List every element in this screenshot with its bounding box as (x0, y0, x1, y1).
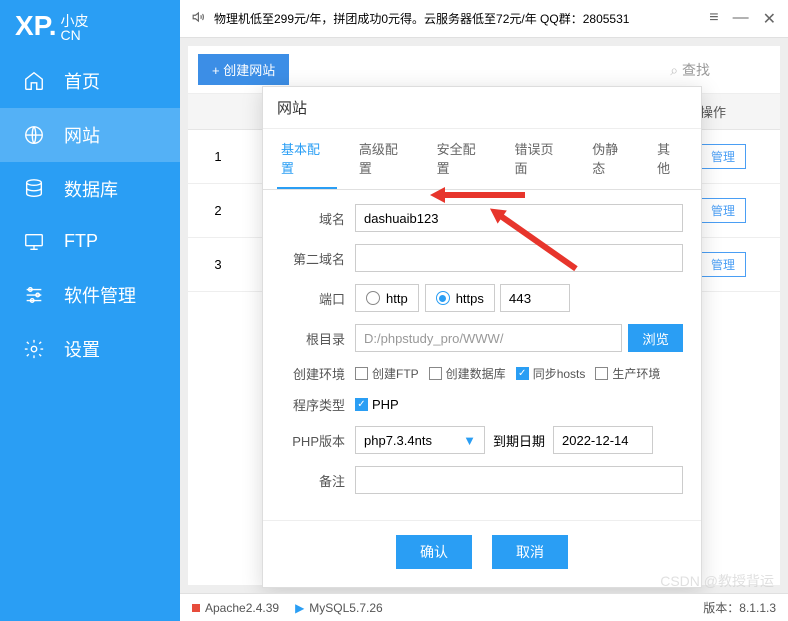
row-index: 1 (188, 149, 248, 164)
sidebar-item-website[interactable]: 网站 (0, 108, 180, 162)
label-env: 创建环境 (281, 364, 345, 383)
checkbox-icon: ✓ (516, 367, 529, 380)
label-phpver: PHP版本 (281, 431, 345, 450)
label-domain: 域名 (281, 209, 345, 228)
logo: XP.小皮CN (0, 0, 180, 54)
root-input[interactable] (355, 324, 622, 352)
check-hosts[interactable]: ✓同步hosts (516, 365, 586, 382)
sidebar-item-label: 网站 (64, 122, 100, 148)
status-apache: Apache2.4.39 (205, 601, 279, 615)
sidebar-item-label: 数据库 (64, 176, 118, 202)
expire-input[interactable] (553, 426, 653, 454)
tab-security[interactable]: 安全配置 (433, 129, 493, 189)
home-icon (22, 69, 46, 93)
search-label: 查找 (682, 62, 710, 78)
row-index: 3 (188, 257, 248, 272)
label-domain2: 第二域名 (281, 249, 345, 268)
confirm-button[interactable]: 确认 (396, 535, 472, 569)
speaker-icon (192, 10, 206, 27)
manage-button[interactable]: 管理 (700, 198, 746, 223)
minimize-icon[interactable]: — (733, 9, 749, 29)
logo-sub: 小皮CN (61, 14, 89, 42)
sidebar-item-ftp[interactable]: FTP (0, 216, 180, 268)
sliders-icon (22, 283, 46, 307)
tab-other[interactable]: 其他 (653, 129, 687, 189)
modal-title: 网站 (263, 87, 701, 129)
tab-rewrite[interactable]: 伪静态 (588, 129, 635, 189)
check-ftp[interactable]: 创建FTP (355, 365, 419, 382)
modal-footer: 确认 取消 (263, 520, 701, 587)
radio-icon (436, 291, 450, 305)
tab-basic[interactable]: 基本配置 (277, 129, 337, 189)
sidebar-item-label: FTP (64, 231, 98, 252)
check-php[interactable]: ✓PHP (355, 397, 399, 412)
sidebar-item-label: 软件管理 (64, 282, 136, 308)
sidebar: XP.小皮CN 首页 网站 数据库 FTP 软件管理 设置 (0, 0, 180, 621)
sidebar-item-label: 首页 (64, 68, 100, 94)
manage-button[interactable]: 管理 (700, 252, 746, 277)
manage-button[interactable]: 管理 (700, 144, 746, 169)
sidebar-item-home[interactable]: 首页 (0, 54, 180, 108)
logo-main: XP. (15, 10, 57, 41)
watermark: CSDN @教授背运 (660, 571, 774, 591)
ftp-icon (22, 230, 46, 254)
tab-error[interactable]: 错误页面 (510, 129, 570, 189)
col-operate: 操作 (700, 102, 780, 121)
status-bar: Apache2.4.39 ▶ MySQL5.7.26 版本：8.1.1.3 (180, 593, 788, 621)
create-website-button[interactable]: + 创建网站 (198, 54, 289, 85)
label-root: 根目录 (281, 329, 345, 348)
search-slot[interactable]: ⌕ 查找 (670, 60, 770, 80)
status-version: 版本：8.1.1.3 (703, 599, 776, 616)
play-icon: ▶ (295, 601, 304, 615)
check-prod[interactable]: 生产环境 (595, 365, 660, 382)
row-index: 2 (188, 203, 248, 218)
cancel-button[interactable]: 取消 (492, 535, 568, 569)
label-remark: 备注 (281, 471, 345, 490)
sidebar-item-label: 设置 (64, 336, 100, 362)
window-controls: ≡ — ✕ (709, 9, 776, 29)
checkbox-icon (595, 367, 608, 380)
tab-advanced[interactable]: 高级配置 (355, 129, 415, 189)
announcement-text: 物理机低至299元/年，拼团成功0元得。云服务器低至72元/年 QQ群：2805… (214, 10, 629, 27)
chevron-down-icon: ▼ (463, 433, 476, 448)
title-bar: 物理机低至299元/年，拼团成功0元得。云服务器低至72元/年 QQ群：2805… (180, 0, 788, 38)
gear-icon (22, 337, 46, 361)
check-db[interactable]: 创建数据库 (429, 365, 506, 382)
radio-icon (366, 291, 380, 305)
browse-button[interactable]: 浏览 (628, 324, 683, 352)
close-icon[interactable]: ✕ (763, 9, 776, 29)
domain-input[interactable] (355, 204, 683, 232)
sidebar-item-database[interactable]: 数据库 (0, 162, 180, 216)
port-input[interactable] (500, 284, 570, 312)
checkbox-icon: ✓ (355, 398, 368, 411)
database-icon (22, 177, 46, 201)
remark-input[interactable] (355, 466, 683, 494)
sidebar-item-settings[interactable]: 设置 (0, 322, 180, 376)
menu-icon[interactable]: ≡ (709, 9, 718, 29)
globe-icon (22, 123, 46, 147)
sidebar-item-software[interactable]: 软件管理 (0, 268, 180, 322)
https-radio[interactable]: https (425, 284, 495, 312)
website-modal: 网站 基本配置 高级配置 安全配置 错误页面 伪静态 其他 域名 第二域名 端口… (262, 86, 702, 588)
checkbox-icon (429, 367, 442, 380)
phpver-select[interactable]: php7.3.4nts ▼ (355, 426, 485, 454)
status-dot-apache (192, 604, 200, 612)
domain2-input[interactable] (355, 244, 683, 272)
http-radio[interactable]: http (355, 284, 419, 312)
status-mysql: MySQL5.7.26 (309, 601, 382, 615)
label-lang: 程序类型 (281, 395, 345, 414)
modal-tabs: 基本配置 高级配置 安全配置 错误页面 伪静态 其他 (263, 129, 701, 190)
label-port: 端口 (281, 289, 345, 308)
search-icon: ⌕ (670, 62, 678, 78)
label-expire: 到期日期 (493, 431, 545, 450)
checkbox-icon (355, 367, 368, 380)
